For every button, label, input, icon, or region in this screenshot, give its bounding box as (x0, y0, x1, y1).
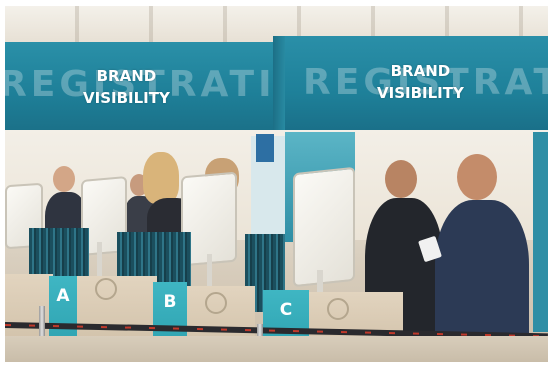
blue-sign (256, 134, 274, 162)
counter-emblem (95, 278, 117, 300)
floor (5, 336, 548, 362)
counter-letter-c: C (279, 300, 293, 320)
person-head (53, 166, 75, 192)
overlay-left-line2: VISIBILITY (83, 89, 170, 107)
brand-visibility-label-left: BRAND VISIBILITY (83, 65, 170, 109)
counter-emblem (205, 292, 227, 314)
counter-letter-a: A (56, 286, 70, 306)
counter-emblem (327, 298, 349, 320)
checkin-kiosk (293, 166, 355, 288)
counter-letter-b: B (163, 292, 177, 312)
overlay-left-line1: BRAND (96, 67, 157, 85)
kiosk-stand (97, 242, 102, 278)
teal-wall-far-right (533, 132, 548, 332)
man-with-beard-head (385, 160, 417, 198)
bald-man-head (457, 154, 497, 200)
overlay-right-line2: VISIBILITY (377, 84, 464, 102)
brand-visibility-label-right: BRAND VISIBILITY (377, 60, 464, 104)
event-registration-photo: REGISTRATION REGISTRATION BRAND VISIBILI… (5, 6, 548, 362)
person-head-blonde (143, 152, 179, 204)
overlay-right-line1: BRAND (390, 62, 451, 80)
